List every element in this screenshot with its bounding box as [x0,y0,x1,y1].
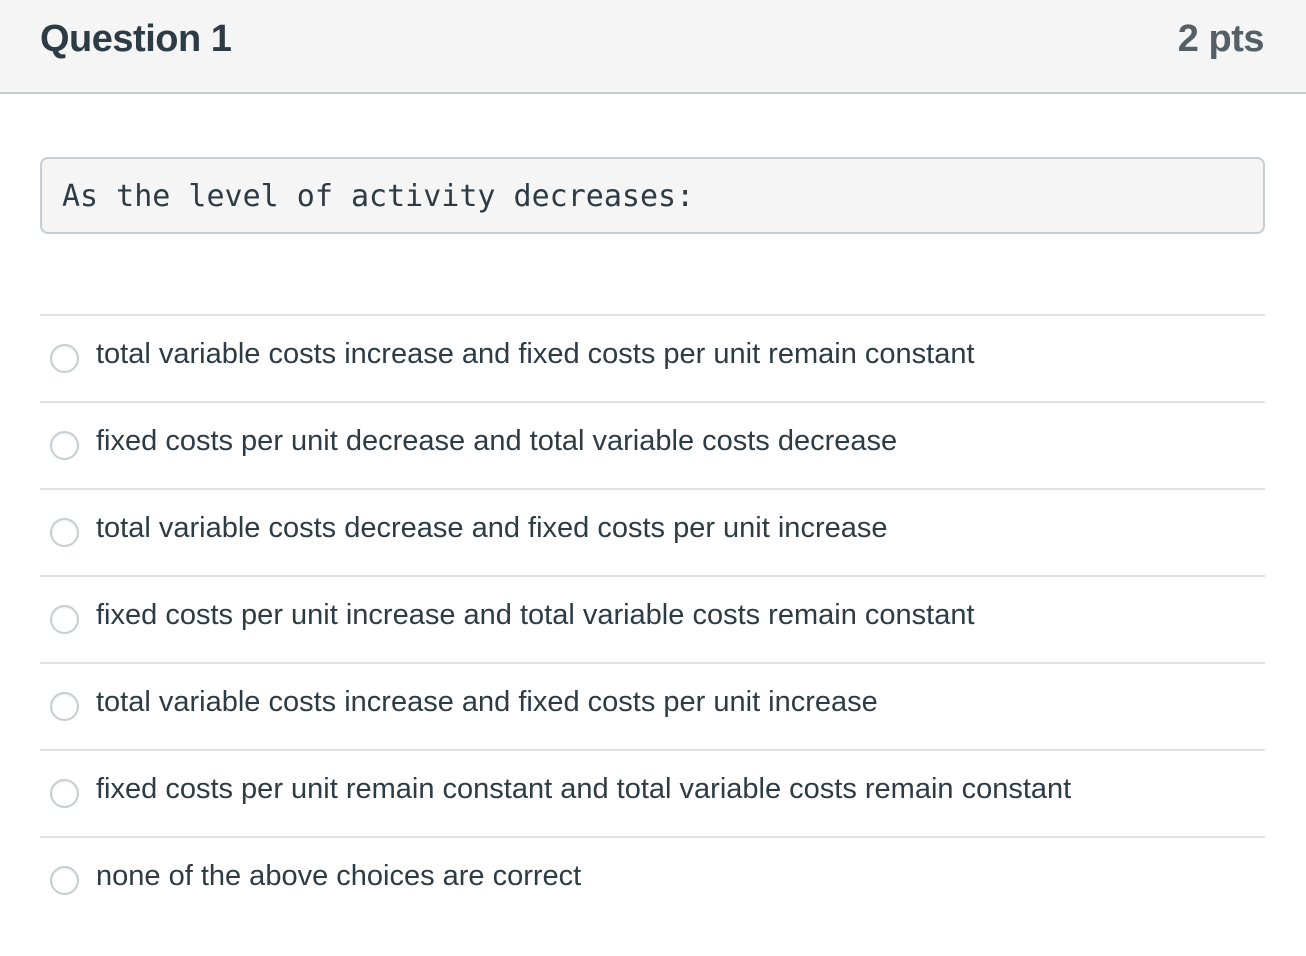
question-points: 2 pts [1177,18,1265,60]
answer-option-7[interactable]: none of the above choices are correct [40,836,1265,923]
answer-option-2[interactable]: fixed costs per unit decrease and total … [40,401,1265,488]
radio-button-5[interactable] [50,692,79,721]
answer-label-4[interactable]: fixed costs per unit increase and total … [96,599,975,632]
answer-label-3[interactable]: total variable costs decrease and fixed … [96,512,887,545]
answer-option-3[interactable]: total variable costs decrease and fixed … [40,488,1265,575]
answer-list: total variable costs increase and fixed … [40,314,1265,923]
radio-button-2[interactable] [50,431,79,460]
question-text: As the level of activity decreases: [62,179,695,214]
answer-label-2[interactable]: fixed costs per unit decrease and total … [96,425,897,458]
question-header: Question 1 2 pts [0,0,1306,94]
answer-option-5[interactable]: total variable costs increase and fixed … [40,662,1265,749]
question-title: Question 1 [40,18,232,60]
question-text-box: As the level of activity decreases: [40,157,1265,234]
answer-option-4[interactable]: fixed costs per unit increase and total … [40,575,1265,662]
radio-button-3[interactable] [50,518,79,547]
radio-button-6[interactable] [50,779,79,808]
radio-button-4[interactable] [50,605,79,634]
answer-option-6[interactable]: fixed costs per unit remain constant and… [40,749,1265,836]
answer-label-5[interactable]: total variable costs increase and fixed … [96,686,878,719]
radio-button-7[interactable] [50,866,79,895]
radio-button-1[interactable] [50,344,79,373]
answer-option-1[interactable]: total variable costs increase and fixed … [40,314,1265,401]
answer-label-7[interactable]: none of the above choices are correct [96,860,581,893]
answer-label-1[interactable]: total variable costs increase and fixed … [96,338,975,371]
answer-label-6[interactable]: fixed costs per unit remain constant and… [96,773,1071,806]
